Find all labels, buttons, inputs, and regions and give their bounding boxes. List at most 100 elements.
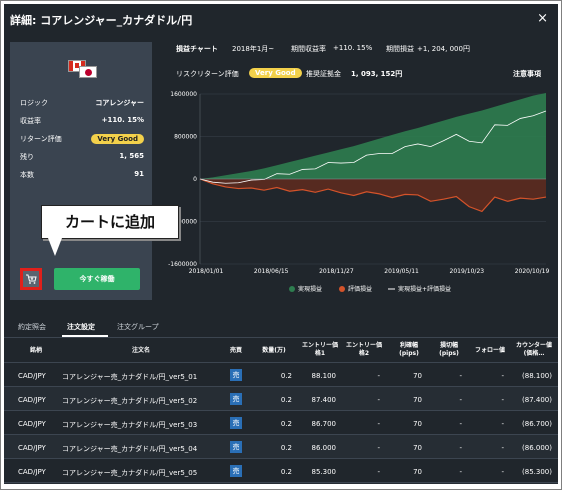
- detail-modal: 詳細: コアレンジャー_カナダドル/円 × ロジック コアレンジャー 収益率 +…: [4, 4, 558, 484]
- cell-entry-price-2: -: [377, 468, 380, 476]
- sell-badge: 売: [230, 369, 242, 381]
- stat-return-rate: 収益率 +110. 15%: [20, 114, 144, 128]
- callout-pointer: [48, 238, 62, 256]
- cell-take-profit: 70: [413, 468, 422, 476]
- cell-take-profit: 70: [413, 444, 422, 452]
- x-tick-label: 2020/10/19: [515, 268, 550, 275]
- stat-label: 残り: [20, 153, 34, 161]
- table-row[interactable]: CAD/JPY コアレンジャー売_カナダドル/円_ver5_05 売 0.2 85.30…: [4, 459, 558, 483]
- col-quantity: 数量(万): [262, 347, 286, 354]
- col-take-profit: 利確幅(pips): [399, 342, 419, 357]
- col-side: 売買: [229, 347, 242, 354]
- close-icon[interactable]: ×: [537, 11, 548, 26]
- cell-quantity: 0.2: [280, 444, 292, 452]
- col-symbol: 銘柄: [29, 347, 42, 354]
- stat-value: +110. 15%: [101, 116, 144, 124]
- stat-remaining: 残り 1, 565: [20, 150, 144, 164]
- stat-return-rating: リターン評価 Very Good: [20, 132, 144, 146]
- legend-label: 実現損益+評価損益: [398, 285, 451, 293]
- stat-label: 本数: [20, 171, 34, 179]
- add-to-cart-callout: カートに追加: [41, 205, 179, 239]
- cell-take-profit: 70: [413, 396, 422, 404]
- cell-entry-price-2: -: [377, 372, 380, 380]
- rating-badge: Very Good: [91, 134, 144, 144]
- cart-add-icon: [26, 274, 37, 284]
- table-row[interactable]: CAD/JPYコアレンジャー売_カナダドル/円_ver5_06売0.484.60…: [4, 483, 558, 484]
- tab-executions[interactable]: 約定照会: [18, 322, 46, 332]
- table-row[interactable]: CAD/JPY コアレンジャー売_カナダドル/円_ver5_01 売 0.2 88.10…: [4, 363, 558, 387]
- cell-order-name: コアレンジャー売_カナダドル/円_ver5_04: [62, 445, 198, 453]
- stat-count: 本数 91: [20, 168, 144, 182]
- cell-entry-price-2: -: [377, 444, 380, 452]
- stat-label: 収益率: [20, 117, 41, 125]
- chart-label: 損益チャート: [176, 45, 218, 53]
- x-tick-label: 2018/11/27: [319, 268, 354, 275]
- series-realized-area: [200, 92, 546, 179]
- cell-stop-loss: -: [459, 420, 462, 428]
- cell-take-profit: 70: [413, 420, 422, 428]
- pl-value: +1, 204, 000円: [417, 45, 470, 53]
- table-row[interactable]: CAD/JPY コアレンジャー売_カナダドル/円_ver5_04 売 0.2 86.00…: [4, 435, 558, 459]
- cell-counter: (85.300): [522, 468, 552, 476]
- pl-label: 期間損益: [386, 45, 414, 53]
- cell-entry-price-1: 85.300: [311, 468, 337, 476]
- y-tick-label: 1600000: [170, 91, 197, 98]
- table-row[interactable]: CAD/JPY コアレンジャー売_カナダドル/円_ver5_03 売 0.2 86.70…: [4, 411, 558, 435]
- cell-stop-loss: -: [459, 372, 462, 380]
- y-tick-label: 800000: [174, 134, 197, 141]
- col-stop-loss: 損切幅(pips): [439, 342, 459, 357]
- x-tick-label: 2019/05/11: [384, 268, 419, 275]
- margin-label: 推奨証拠金: [306, 70, 341, 78]
- legend-label: 評価損益: [348, 285, 372, 293]
- cell-quantity: 0.2: [280, 396, 292, 404]
- start-now-button[interactable]: 今すぐ稼働: [54, 268, 140, 290]
- tab-order-settings[interactable]: 注文設定: [67, 322, 95, 332]
- cell-follow: -: [501, 396, 504, 404]
- y-tick-label: -1600000: [168, 261, 197, 268]
- add-to-cart-button[interactable]: [20, 268, 42, 290]
- table-row[interactable]: CAD/JPY コアレンジャー売_カナダドル/円_ver5_02 売 0.2 87.40…: [4, 387, 558, 411]
- legend-marker: [339, 286, 345, 292]
- cell-take-profit: 70: [413, 372, 422, 380]
- cell-entry-price-1: 86.700: [311, 420, 337, 428]
- cell-symbol: CAD/JPY: [18, 468, 46, 476]
- sell-badge: 売: [230, 417, 242, 429]
- tab-bar: 約定照会 注文設定 注文グループ: [4, 316, 558, 338]
- stat-label: リターン評価: [20, 135, 62, 143]
- col-entry-price-2: エントリー価格2: [345, 342, 382, 357]
- cell-counter: (88.100): [522, 372, 552, 380]
- cell-entry-price-1: 87.400: [311, 396, 337, 404]
- col-counter: カウンター値(価格…: [515, 342, 552, 357]
- stat-label: ロジック: [20, 99, 48, 107]
- active-tab-indicator: [62, 335, 108, 337]
- col-order-name: 注文名: [131, 347, 150, 354]
- cell-order-name: コアレンジャー売_カナダドル/円_ver5_02: [62, 397, 198, 405]
- tab-order-groups[interactable]: 注文グループ: [117, 322, 159, 332]
- cell-quantity: 0.2: [280, 420, 292, 428]
- cell-follow: -: [501, 372, 504, 380]
- x-tick-label: 2019/10/23: [450, 268, 485, 275]
- series-unrealized-area: [200, 179, 546, 212]
- cell-stop-loss: -: [459, 444, 462, 452]
- legend-label: 実現損益: [298, 285, 322, 293]
- sell-badge: 売: [230, 441, 242, 453]
- notes-link[interactable]: 注意事項: [513, 69, 541, 83]
- margin-value: 1, 093, 152円: [351, 70, 403, 78]
- cell-order-name: コアレンジャー売_カナダドル/円_ver5_05: [62, 469, 198, 477]
- cell-quantity: 0.2: [280, 468, 292, 476]
- cell-follow: -: [501, 468, 504, 476]
- cell-order-name: コアレンジャー売_カナダドル/円_ver5_03: [62, 421, 198, 429]
- cell-follow: -: [501, 444, 504, 452]
- col-entry-price-1: エントリー価格1: [301, 342, 338, 357]
- table-header: 銘柄 注文名 売買 数量(万) エントリー価格1 エントリー価格2 利確幅(pi…: [4, 339, 558, 363]
- stat-value: 1, 565: [119, 152, 144, 160]
- chart-period: 2018年1月~: [232, 45, 275, 53]
- risk-badge: Very Good: [249, 68, 302, 78]
- stat-logic: ロジック コアレンジャー: [20, 96, 144, 110]
- legend-marker: [289, 286, 295, 292]
- summary-panel: ロジック コアレンジャー 収益率 +110. 15% リターン評価 Very G…: [10, 42, 152, 300]
- cell-counter: (86.700): [522, 420, 552, 428]
- sell-badge: 売: [230, 465, 242, 477]
- cell-entry-price-2: -: [377, 396, 380, 404]
- stat-value: 91: [134, 170, 144, 178]
